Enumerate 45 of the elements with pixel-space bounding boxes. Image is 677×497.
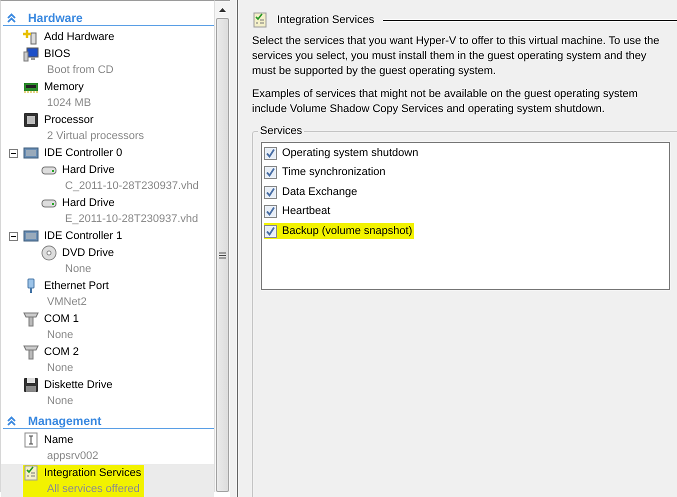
computer-icon xyxy=(23,46,39,62)
scroll-up-icon[interactable] xyxy=(219,8,226,12)
checkbox[interactable] xyxy=(264,146,277,160)
description-text: Examples of services that might not be available on the guest operating system include Volume Shadow Copy Services and operating system shutdown. xyxy=(252,87,639,117)
service-checkbox[interactable]: Heartbeat xyxy=(264,204,332,220)
checkbox[interactable] xyxy=(264,205,277,218)
sidebar-item[interactable]: Hard Drive E_2011-10-28T230937.vhd xyxy=(1,194,214,227)
text-cursor-icon xyxy=(23,432,39,448)
sidebar-item[interactable]: COM 1 None xyxy=(1,310,214,343)
sidebar-item[interactable]: Add Hardware xyxy=(1,28,214,45)
checklist-icon xyxy=(23,465,39,481)
controller-card-icon xyxy=(23,228,39,244)
controller-card-icon xyxy=(23,145,39,161)
pane-title: Integration Services xyxy=(277,13,374,28)
service-checkbox[interactable]: Operating system shutdown xyxy=(264,145,420,161)
sidebar-item[interactable]: Diskette Drive None xyxy=(1,376,214,409)
section-header[interactable]: Management xyxy=(3,413,214,429)
sidebar-item[interactable]: Hard Drive C_2011-10-28T230937.vhd xyxy=(1,161,214,194)
service-checkbox[interactable]: Data Exchange xyxy=(264,184,360,200)
checkbox[interactable] xyxy=(264,224,277,238)
sidebar-item[interactable]: Ethernet Port VMNet2 xyxy=(1,277,214,310)
chip-icon xyxy=(23,112,39,128)
splitter[interactable] xyxy=(230,0,238,497)
port-connector-icon xyxy=(23,311,39,327)
section-header[interactable]: Hardware xyxy=(3,10,214,26)
grip-icon xyxy=(219,252,226,258)
checklist-icon xyxy=(252,12,268,28)
sidebar-item[interactable]: Processor 2 Virtual processors xyxy=(1,111,214,144)
checkbox[interactable] xyxy=(264,186,277,198)
port-connector-icon xyxy=(23,344,39,360)
sidebar-item[interactable]: Integration Services All services offered xyxy=(1,464,214,497)
sidebar-item[interactable]: Name appsrv002 xyxy=(1,431,214,464)
sidebar-item[interactable]: Memory 1024 MB xyxy=(1,78,214,111)
plus-card-icon xyxy=(23,29,39,45)
service-checkbox[interactable]: Backup (volume snapshot) xyxy=(264,223,414,239)
checkbox[interactable] xyxy=(264,166,277,179)
description-text: Select the services that you want Hyper-V to offer to this virtual machine. To use the services you select, you must install them in the guest operating system and they must be supported by the guest operating system. xyxy=(252,34,660,79)
sidebar-item[interactable]: COM 2 None xyxy=(1,343,214,376)
service-checkbox[interactable]: Time synchronization xyxy=(264,164,388,180)
sidebar-item[interactable]: IDE Controller 1 xyxy=(1,227,214,244)
scrollbar[interactable] xyxy=(214,0,230,492)
disc-icon xyxy=(41,245,57,261)
sidebar-item[interactable]: IDE Controller 0 xyxy=(1,144,214,161)
sidebar-item[interactable]: BIOS Boot from CD xyxy=(1,45,214,78)
sidebar-item[interactable]: DVD Drive None xyxy=(1,244,214,277)
